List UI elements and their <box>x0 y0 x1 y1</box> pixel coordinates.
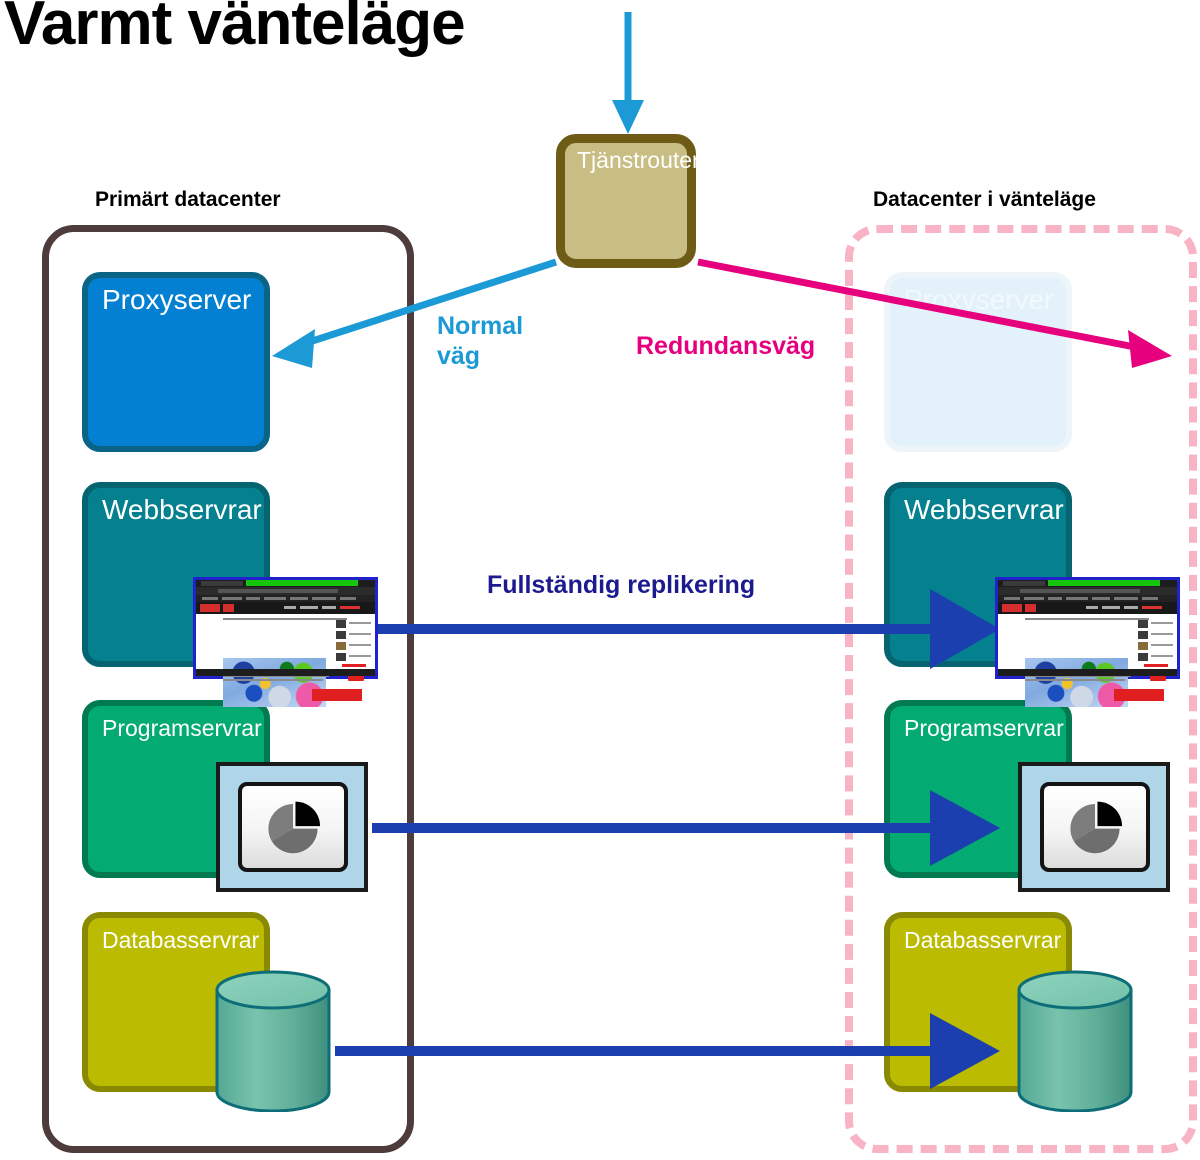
bookmark-item <box>290 597 308 600</box>
browser-content-area <box>196 614 375 707</box>
sidebar-line <box>1151 644 1173 646</box>
sidebar-line <box>1151 633 1173 635</box>
browser-progress-bar <box>1048 580 1160 586</box>
weather-map-image <box>223 658 326 707</box>
site-nav-item <box>300 606 318 609</box>
pie-chart-graphic <box>1070 801 1123 854</box>
bookmark-item <box>1024 597 1044 600</box>
pie-chart-icon <box>216 762 368 892</box>
browser-content-area <box>998 614 1177 707</box>
sidebar-line <box>349 622 371 624</box>
browser-tab <box>1003 581 1045 586</box>
browser-url-text <box>218 589 338 593</box>
bookmark-item <box>1048 597 1062 600</box>
sidebar-thumb <box>1138 620 1148 628</box>
content-line <box>223 679 323 681</box>
site-nav-item <box>1124 606 1138 609</box>
site-nav-item <box>340 606 360 609</box>
bookmark-item <box>1114 597 1138 600</box>
browser-url-text <box>1020 589 1140 593</box>
browser-status-bar <box>998 669 1177 676</box>
content-line <box>1025 679 1125 681</box>
site-nav-item <box>284 606 296 609</box>
site-nav-item <box>1086 606 1098 609</box>
sidebar-line <box>349 633 371 635</box>
bookmark-item <box>1066 597 1088 600</box>
cta-button <box>348 676 364 681</box>
sidebar-line <box>349 644 371 646</box>
database-cylinder-icon <box>214 970 332 1113</box>
bookmark-item <box>1142 597 1158 600</box>
sidebar-thumb <box>336 642 346 650</box>
sidebar-thumb <box>336 631 346 639</box>
site-logo-secondary <box>223 604 234 612</box>
bookmark-item <box>1004 597 1020 600</box>
pie-chart-inner-panel <box>1040 782 1150 872</box>
weather-map-image <box>1025 658 1128 707</box>
sidebar-line <box>349 655 371 657</box>
bookmark-item <box>264 597 286 600</box>
sidebar-line <box>1151 622 1173 624</box>
bookmark-item <box>202 597 218 600</box>
sidebar-line <box>1151 655 1173 657</box>
bookmark-item <box>340 597 356 600</box>
site-nav-item <box>322 606 336 609</box>
bookmark-item <box>246 597 260 600</box>
pie-chart-inner-panel <box>238 782 348 872</box>
replication-arrow-web <box>372 589 1000 669</box>
sidebar-thumb <box>336 653 346 661</box>
sidebar-thumb <box>1138 631 1148 639</box>
sidebar-thumb <box>1138 642 1148 650</box>
sidebar-thumb <box>1138 653 1148 661</box>
promo-block <box>312 689 362 701</box>
browser-status-bar <box>196 669 375 676</box>
site-logo-secondary <box>1025 604 1036 612</box>
content-line <box>223 618 347 620</box>
site-logo <box>200 604 220 612</box>
browser-window-icon <box>995 577 1180 707</box>
bookmark-item <box>1092 597 1110 600</box>
diagram-canvas: Varmt vänteläge Primärt datacenter Datac… <box>0 0 1200 1160</box>
site-nav-item <box>1102 606 1120 609</box>
database-cylinder-graphic <box>215 970 331 1113</box>
database-cylinder-icon <box>1016 970 1134 1113</box>
sidebar-thumb <box>336 620 346 628</box>
content-line <box>1025 618 1149 620</box>
pie-chart-icon <box>1018 762 1170 892</box>
browser-window-icon <box>193 577 378 707</box>
promo-block <box>1114 689 1164 701</box>
cta-button <box>1150 676 1166 681</box>
database-cylinder-graphic <box>1017 970 1133 1113</box>
pie-chart-graphic <box>268 801 321 854</box>
replication-arrow-app <box>372 790 1000 866</box>
promo-banner <box>1144 664 1168 667</box>
site-logo <box>1002 604 1022 612</box>
browser-progress-bar <box>246 580 358 586</box>
browser-tab <box>201 581 243 586</box>
bookmark-item <box>312 597 336 600</box>
bookmark-item <box>222 597 242 600</box>
promo-banner <box>342 664 366 667</box>
site-nav-item <box>1142 606 1162 609</box>
replication-arrow-db <box>335 1013 1000 1089</box>
